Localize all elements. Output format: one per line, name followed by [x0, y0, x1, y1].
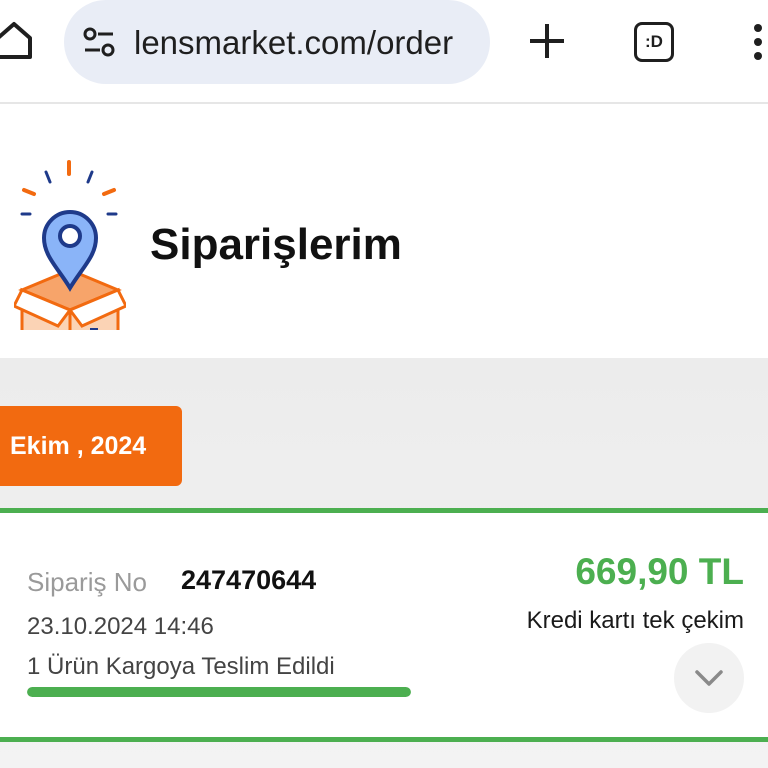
more-vert-icon[interactable] — [746, 20, 766, 64]
order-number-value: 247470644 — [181, 565, 317, 595]
site-settings-icon[interactable] — [82, 25, 116, 59]
month-label: Ekim , 2024 — [10, 431, 147, 460]
page-title: Siparişlerim — [150, 220, 402, 269]
order-date: 23.10.2024 14:46 — [27, 613, 214, 640]
tabs-icon[interactable]: :D — [634, 22, 674, 62]
delivery-box-icon — [11, 160, 129, 355]
order-number-label: Sipariş No — [27, 567, 147, 597]
plus-icon[interactable] — [526, 20, 568, 62]
page-header: Siparişlerim — [0, 130, 768, 358]
chevron-down-icon — [695, 670, 723, 686]
tab-indicator: :D — [645, 32, 663, 51]
payment-method: Kredi kartı tek çekim — [526, 607, 744, 634]
order-total: 669,90 TL — [575, 551, 744, 592]
order-status: 1 Ürün Kargoya Teslim Edildi — [27, 653, 335, 680]
address-bar[interactable]: lensmarket.com/order — [64, 0, 490, 84]
expand-button[interactable] — [674, 643, 744, 713]
url-text[interactable]: lensmarket.com/order — [134, 22, 474, 64]
home-icon[interactable] — [0, 18, 36, 62]
status-progress-fill — [27, 687, 411, 697]
order-card[interactable]: Sipariş No 247470644 23.10.2024 14:46 1 … — [0, 508, 768, 742]
browser-toolbar: lensmarket.com/order :D — [0, 0, 768, 104]
status-progress-bar — [27, 687, 411, 697]
month-badge: Ekim , 2024 — [0, 406, 182, 486]
